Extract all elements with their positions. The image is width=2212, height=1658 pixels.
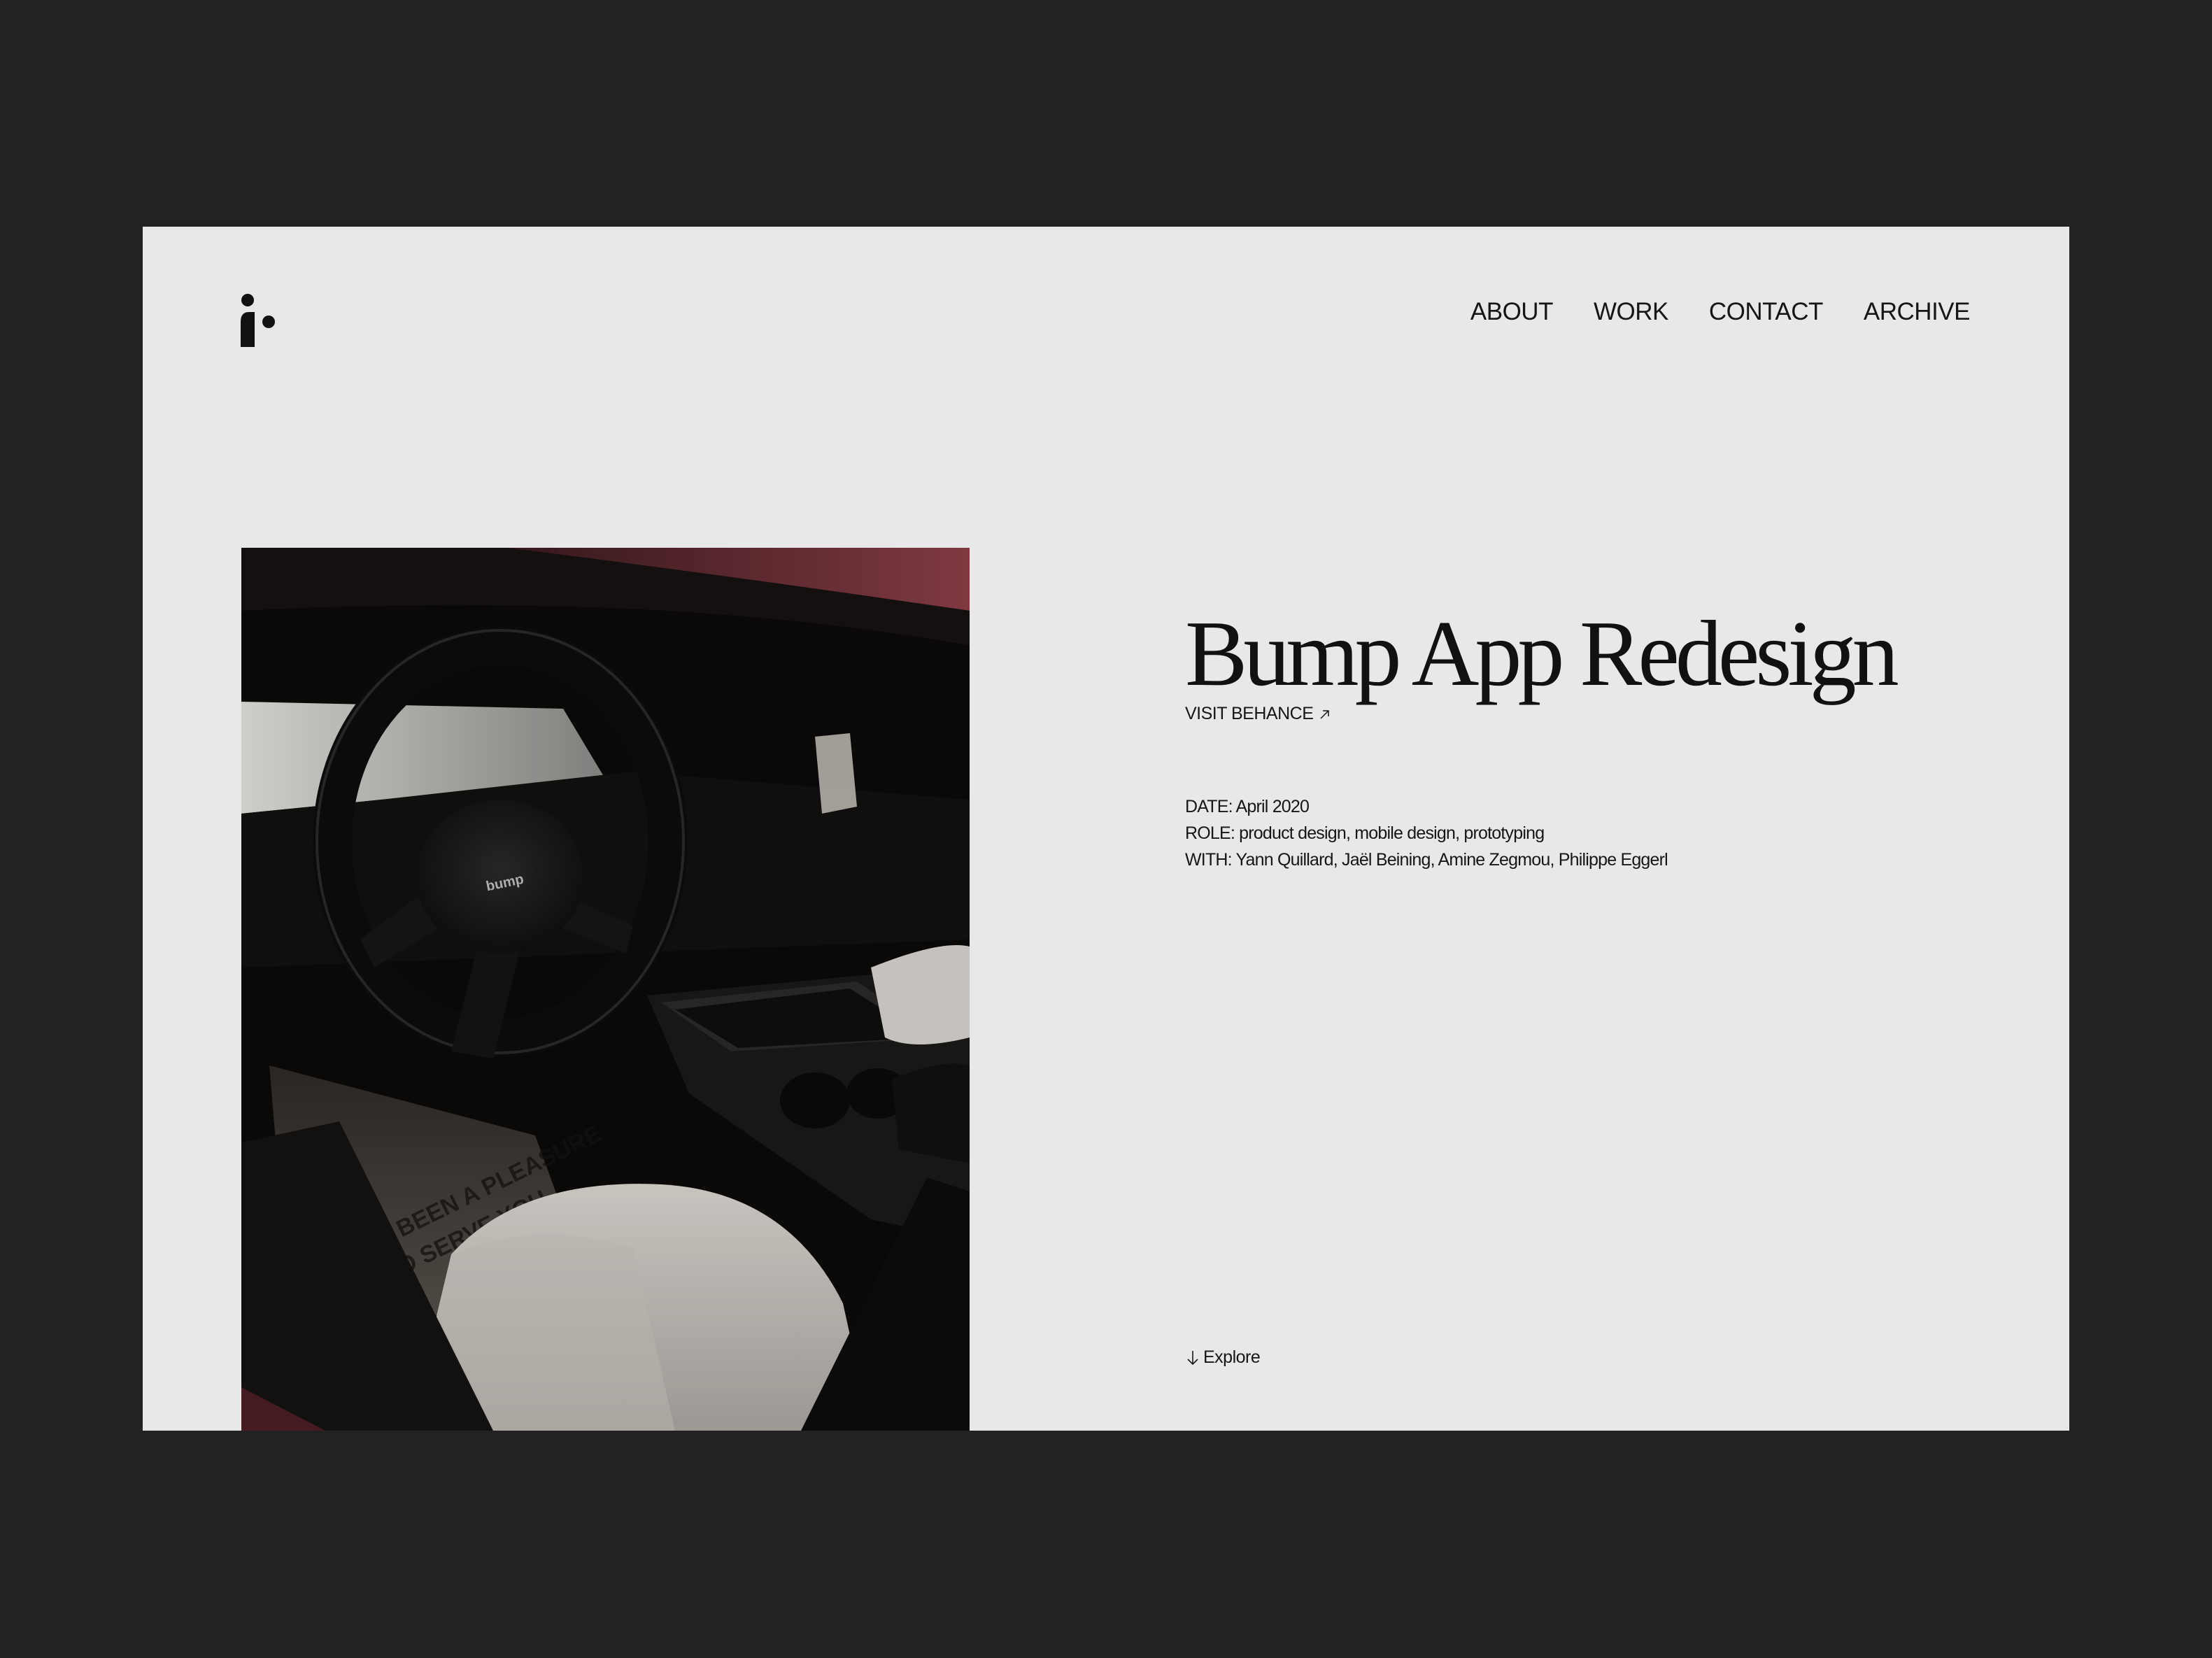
project-collaborators: WITH: Yann Quillard, Jaël Beining, Amine… — [1185, 850, 1668, 870]
nav-archive-link[interactable]: ARCHIVE — [1864, 299, 1971, 324]
brand-logo-icon — [241, 294, 275, 347]
arrow-up-right-icon — [1320, 709, 1330, 719]
visit-behance-label: VISIT BEHANCE — [1185, 704, 1314, 723]
explore-label: Explore — [1203, 1347, 1261, 1367]
hero-image: S BEEN A PLEASURE O SERVE YOU bump — [241, 548, 970, 1431]
project-role: ROLE: product design, mobile design, pro… — [1185, 823, 1545, 843]
brand-logo-icon[interactable] — [241, 294, 277, 347]
nav-contact-link[interactable]: CONTACT — [1709, 299, 1824, 324]
explore-link[interactable]: Explore — [1185, 1347, 1261, 1367]
visit-behance-link[interactable]: VISIT BEHANCE — [1185, 705, 1331, 723]
car-interior-photo: S BEEN A PLEASURE O SERVE YOU bump — [241, 548, 970, 1431]
project-date: DATE: April 2020 — [1185, 797, 1310, 816]
portfolio-page: ABOUT WORK CONTACT ARCHIVE S BEEN A PLEA… — [143, 227, 2069, 1431]
project-title: Bump App Redesign — [1185, 602, 1899, 705]
project-meta: DATE: April 2020 ROLE: product design, m… — [1185, 793, 1668, 873]
arrow-down-icon — [1187, 1350, 1198, 1365]
nav-work-link[interactable]: WORK — [1594, 299, 1668, 324]
nav-about-link[interactable]: ABOUT — [1470, 299, 1554, 324]
main-nav: ABOUT WORK CONTACT ARCHIVE — [1470, 299, 1971, 324]
